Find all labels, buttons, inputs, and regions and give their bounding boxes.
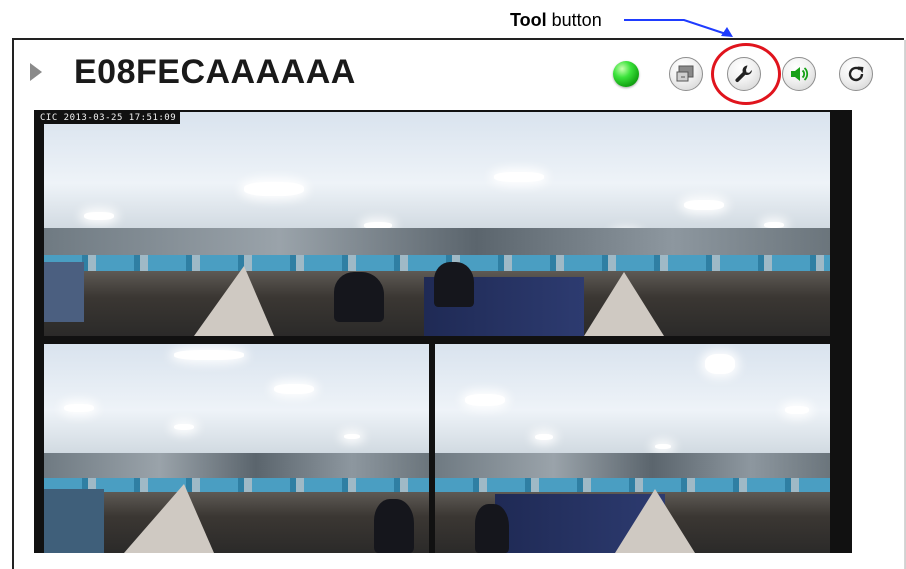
expand-arrow-icon[interactable] (30, 63, 42, 81)
camera-panel: E08FECAAAAAA CIC 2013-03-25 17:51:09 (12, 38, 904, 569)
video-feed[interactable]: CIC 2013-03-25 17:51:09 (34, 110, 852, 553)
tool-button[interactable] (727, 57, 761, 91)
view-mode-icon (676, 65, 694, 82)
video-timestamp: CIC 2013-03-25 17:51:09 (36, 112, 181, 124)
video-pane-bottom-right (435, 344, 830, 553)
camera-header: E08FECAAAAAA (14, 40, 904, 110)
view-mode-button[interactable] (669, 57, 703, 91)
refresh-icon (848, 66, 864, 82)
screenshot-stage: Tool button E08FECAAAAAA CIC 2013-03-25 … (0, 0, 906, 569)
callout-rest-text: button (546, 10, 602, 30)
video-pane-bottom-left (44, 344, 429, 553)
refresh-button[interactable] (839, 57, 873, 91)
speaker-icon (791, 67, 809, 81)
wrench-icon (735, 65, 752, 83)
audio-button[interactable] (782, 57, 816, 91)
camera-title: E08FECAAAAAA (74, 53, 356, 91)
callout-bold-text: Tool (510, 10, 547, 30)
status-indicator-icon (613, 61, 639, 87)
tool-callout-label: Tool button (510, 9, 602, 31)
video-pane-top (44, 112, 830, 336)
